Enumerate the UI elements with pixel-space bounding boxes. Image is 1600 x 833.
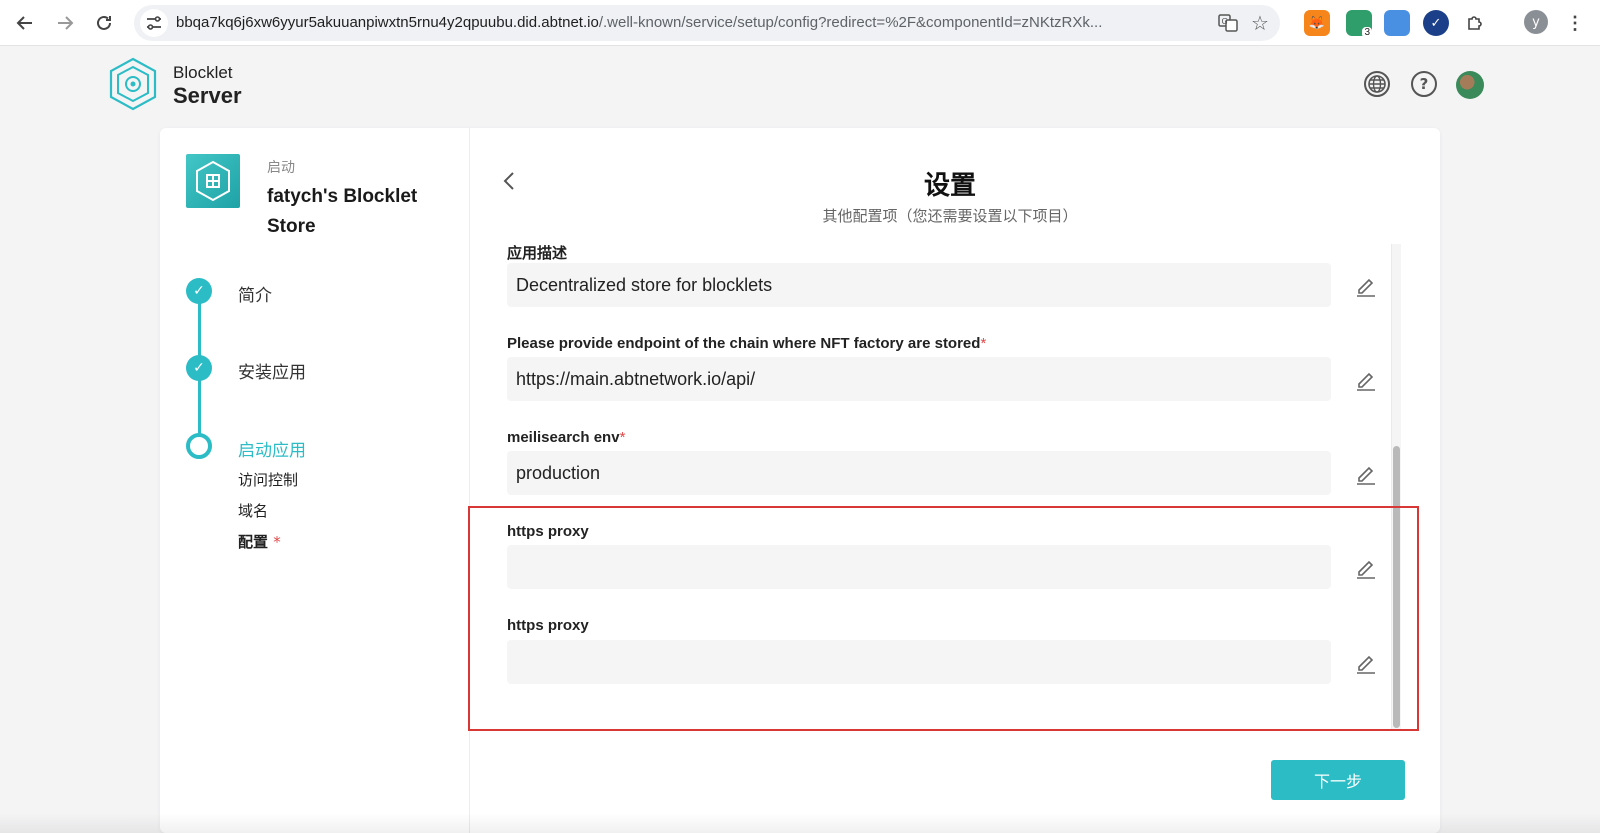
puzzle-icon[interactable] bbox=[1462, 10, 1488, 36]
field-label-text: Please provide endpoint of the chain whe… bbox=[507, 335, 981, 352]
blocklet-server-logo[interactable] bbox=[107, 57, 159, 111]
url-text: bbqa7kq6j6xw6yyur5akuuanpiwxtn5rnu4y2qpu… bbox=[176, 14, 1103, 31]
help-icon[interactable]: ? bbox=[1411, 71, 1437, 97]
brand-line2: Server bbox=[173, 83, 242, 108]
back-arrow-icon[interactable] bbox=[11, 9, 39, 37]
chain-endpoint-input[interactable]: https://main.abtnetwork.io/api/ bbox=[507, 357, 1331, 401]
sub-step-config[interactable]: 配置 * bbox=[238, 531, 281, 552]
extension-icon[interactable]: ✓ bbox=[1423, 10, 1449, 36]
profile-avatar[interactable]: y bbox=[1524, 10, 1548, 34]
step-install[interactable]: 安装应用 bbox=[238, 358, 306, 383]
app-logo bbox=[186, 154, 240, 208]
step-done-check-icon: ✓ bbox=[186, 355, 212, 381]
page-subtitle: 其他配置项（您还需要设置以下项目） bbox=[822, 207, 1078, 225]
menu-dots-icon[interactable]: ⋮ bbox=[1562, 10, 1588, 36]
field-label-text: meilisearch env bbox=[507, 429, 620, 446]
step-done-check-icon: ✓ bbox=[186, 278, 212, 304]
page-title: 设置 bbox=[923, 171, 976, 201]
field-label-text: 应用描述 bbox=[507, 245, 568, 262]
highlight-annotation-box bbox=[468, 506, 1419, 731]
sub-step-config-label: 配置 bbox=[238, 533, 269, 551]
edit-pencil-icon[interactable] bbox=[1354, 462, 1378, 486]
field-label-chain-endpoint: Please provide endpoint of the chain whe… bbox=[507, 335, 986, 352]
edit-pencil-icon[interactable] bbox=[1354, 368, 1378, 392]
bottom-shadow bbox=[0, 813, 1600, 833]
extension-icon[interactable]: 3 bbox=[1346, 10, 1372, 38]
brand-line1: Blocklet bbox=[173, 63, 233, 82]
metamask-icon[interactable]: 🦊 bbox=[1304, 10, 1330, 36]
address-bar[interactable]: bbqa7kq6j6xw6yyur5akuuanpiwxtn5rnu4y2qpu… bbox=[134, 5, 1280, 41]
reload-icon[interactable] bbox=[90, 9, 118, 37]
field-label-meilisearch-env: meilisearch env* bbox=[507, 429, 625, 446]
globe-icon[interactable] bbox=[1364, 71, 1390, 97]
browser-toolbar: bbqa7kq6j6xw6yyur5akuuanpiwxtn5rnu4y2qpu… bbox=[0, 0, 1600, 46]
user-avatar[interactable] bbox=[1456, 71, 1484, 99]
site-settings-icon[interactable] bbox=[140, 9, 168, 37]
meilisearch-env-input[interactable]: production bbox=[507, 451, 1331, 495]
app-subtitle: 启动 bbox=[267, 160, 295, 176]
bookmark-star-icon[interactable]: ☆ bbox=[1248, 11, 1272, 35]
sub-step-access-control[interactable]: 访问控制 bbox=[238, 469, 298, 490]
step-launch[interactable]: 启动应用 bbox=[238, 436, 306, 461]
translate-icon[interactable]: G bbox=[1216, 11, 1240, 35]
description-input[interactable]: Decentralized store for blocklets bbox=[507, 263, 1331, 307]
step-current-icon bbox=[186, 433, 212, 459]
extension-icon[interactable] bbox=[1384, 10, 1410, 36]
sub-step-domain[interactable]: 域名 bbox=[238, 500, 268, 521]
app-title: fatych's Blocklet Store bbox=[267, 186, 418, 237]
extension-badge: 3 bbox=[1362, 27, 1372, 38]
edit-pencil-icon[interactable] bbox=[1354, 274, 1378, 298]
required-mark: * bbox=[619, 429, 626, 446]
required-mark: * bbox=[273, 533, 281, 551]
step-intro[interactable]: 简介 bbox=[238, 281, 272, 306]
forward-arrow-icon[interactable] bbox=[51, 9, 79, 37]
svg-text:G: G bbox=[1222, 17, 1228, 26]
field-label-description: 应用描述 bbox=[507, 242, 567, 263]
required-mark: * bbox=[980, 335, 987, 352]
next-button[interactable]: 下一步 bbox=[1271, 760, 1405, 800]
